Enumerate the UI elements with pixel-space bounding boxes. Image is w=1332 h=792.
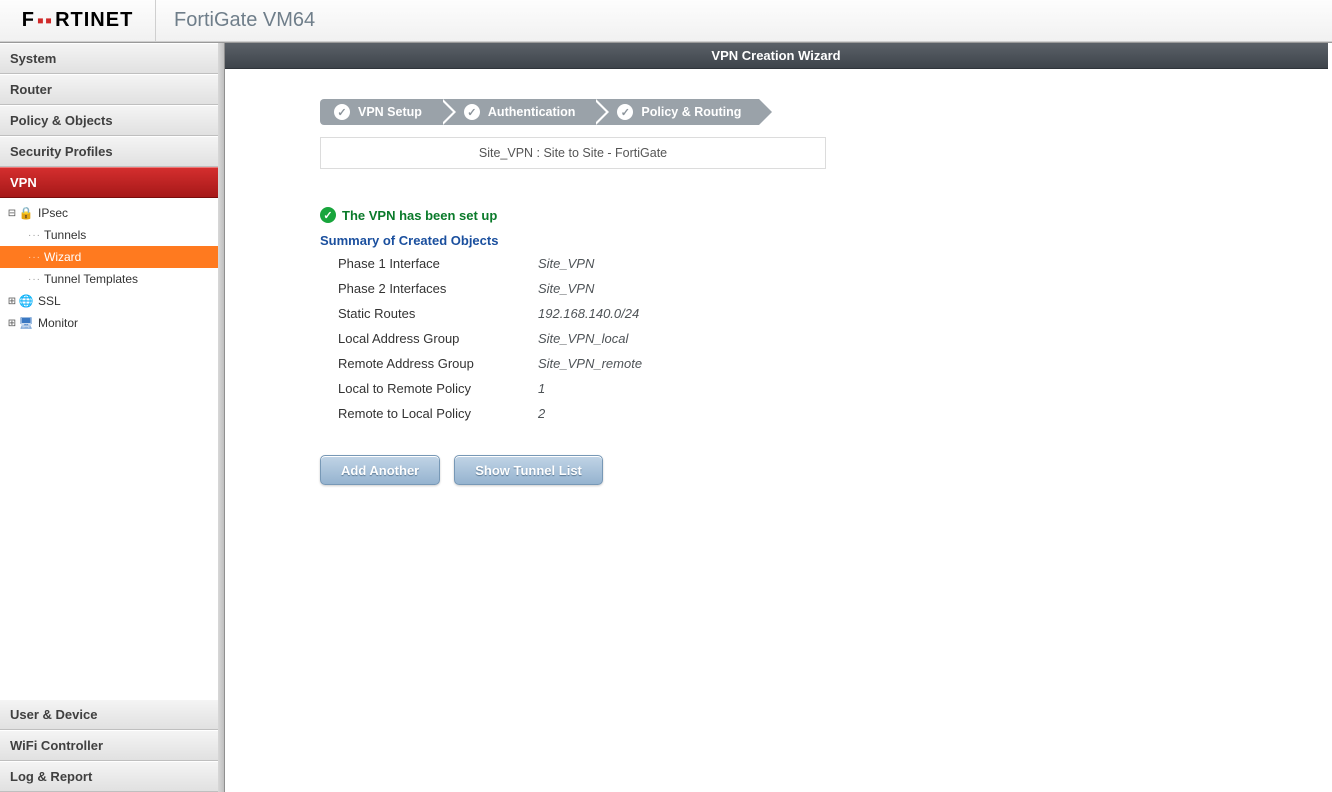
tree-templates[interactable]: ··· Tunnel Templates xyxy=(0,268,219,290)
wizard-steps: ✓ VPN Setup ✓ Authentication ✓ Policy & … xyxy=(320,99,1332,125)
brand-prefix: F xyxy=(22,9,35,32)
row-key: Static Routes xyxy=(338,306,538,321)
brand-logo: F ▪▪ RTINET xyxy=(0,0,156,41)
row-value: 192.168.140.0/24 xyxy=(538,306,798,321)
tree-label: Tunnel Templates xyxy=(44,272,219,286)
step-label: VPN Setup xyxy=(358,105,422,119)
tree-monitor[interactable]: ⊞ 🖥 Monitor xyxy=(0,312,219,334)
tree-label: IPsec xyxy=(38,206,219,220)
content-inner: ✓ VPN Setup ✓ Authentication ✓ Policy & … xyxy=(220,69,1332,485)
nav-router[interactable]: Router xyxy=(0,74,219,105)
summary-title: Summary of Created Objects xyxy=(320,233,1332,248)
expand-icon[interactable]: ⊞ xyxy=(6,318,18,329)
tree-tunnels[interactable]: ··· Tunnels xyxy=(0,224,219,246)
nav-system[interactable]: System xyxy=(0,43,219,74)
sidebar-top-group: System Router Policy & Objects Security … xyxy=(0,43,219,198)
add-another-button[interactable]: Add Another xyxy=(320,455,440,485)
row-key: Local to Remote Policy xyxy=(338,381,538,396)
row-key: Phase 1 Interface xyxy=(338,256,538,271)
nav-user-device[interactable]: User & Device xyxy=(0,699,219,730)
sidebar-tree: ⊟ 🔒 IPsec ··· Tunnels ··· Wizard ··· Tun… xyxy=(0,198,219,699)
collapse-icon[interactable]: ⊟ xyxy=(6,208,18,219)
row-key: Remote to Local Policy xyxy=(338,406,538,421)
row-key: Remote Address Group xyxy=(338,356,538,371)
expand-icon[interactable]: ⊞ xyxy=(6,296,18,307)
step-policy-routing[interactable]: ✓ Policy & Routing xyxy=(593,99,759,125)
tree-label: Monitor xyxy=(38,316,219,330)
sidebar: System Router Policy & Objects Security … xyxy=(0,43,220,792)
button-row: Add Another Show Tunnel List xyxy=(320,455,1332,485)
row-value: 2 xyxy=(538,406,798,421)
tree-label: SSL xyxy=(38,294,219,308)
check-icon: ✓ xyxy=(334,104,350,120)
tree-wizard[interactable]: ··· Wizard xyxy=(0,246,219,268)
row-value: Site_VPN_local xyxy=(538,331,798,346)
tree-label: Wizard xyxy=(44,250,219,264)
success-text: The VPN has been set up xyxy=(342,208,497,223)
row-key: Local Address Group xyxy=(338,331,538,346)
row-value: Site_VPN xyxy=(538,281,798,296)
nav-secprof[interactable]: Security Profiles xyxy=(0,136,219,167)
row-value: Site_VPN_remote xyxy=(538,356,798,371)
topbar: F ▪▪ RTINET FortiGate VM64 xyxy=(0,0,1332,42)
nav-log-report[interactable]: Log & Report xyxy=(0,761,219,792)
show-tunnel-list-button[interactable]: Show Tunnel List xyxy=(454,455,603,485)
success-check-icon: ✓ xyxy=(320,207,336,223)
nav-vpn[interactable]: VPN xyxy=(0,167,219,198)
main: System Router Policy & Objects Security … xyxy=(0,42,1332,792)
monitor-icon: 🖥 xyxy=(18,315,34,331)
row-value: 1 xyxy=(538,381,798,396)
product-title: FortiGate VM64 xyxy=(156,9,315,32)
tree-ipsec[interactable]: ⊟ 🔒 IPsec xyxy=(0,202,219,224)
row-key: Phase 2 Interfaces xyxy=(338,281,538,296)
step-label: Policy & Routing xyxy=(641,105,741,119)
tree-label: Tunnels xyxy=(44,228,219,242)
lock-icon: 🔒 xyxy=(18,205,34,221)
network-icon: 🌐 xyxy=(18,293,34,309)
check-icon: ✓ xyxy=(617,104,633,120)
nav-policy[interactable]: Policy & Objects xyxy=(0,105,219,136)
brand-suffix: RTINET xyxy=(55,9,133,32)
nav-wifi[interactable]: WiFi Controller xyxy=(0,730,219,761)
step-label: Authentication xyxy=(488,105,576,119)
row-value: Site_VPN xyxy=(538,256,798,271)
summary-table: Phase 1 Interface Site_VPN Phase 2 Inter… xyxy=(320,256,1332,421)
tree-ssl[interactable]: ⊞ 🌐 SSL xyxy=(0,290,219,312)
sidebar-bottom-group: User & Device WiFi Controller Log & Repo… xyxy=(0,699,219,792)
success-message: ✓ The VPN has been set up xyxy=(320,207,1332,223)
page-title: VPN Creation Wizard xyxy=(224,43,1328,69)
content: VPN Creation Wizard ✓ VPN Setup ✓ Authen… xyxy=(220,43,1332,792)
tree-connector-icon: ··· xyxy=(28,230,44,241)
tree-connector-icon: ··· xyxy=(28,252,44,263)
tree-connector-icon: ··· xyxy=(28,274,44,285)
check-icon: ✓ xyxy=(464,104,480,120)
vpn-info-box: Site_VPN : Site to Site - FortiGate xyxy=(320,137,826,169)
step-vpn-setup[interactable]: ✓ VPN Setup xyxy=(320,99,440,125)
step-authentication[interactable]: ✓ Authentication xyxy=(440,99,594,125)
